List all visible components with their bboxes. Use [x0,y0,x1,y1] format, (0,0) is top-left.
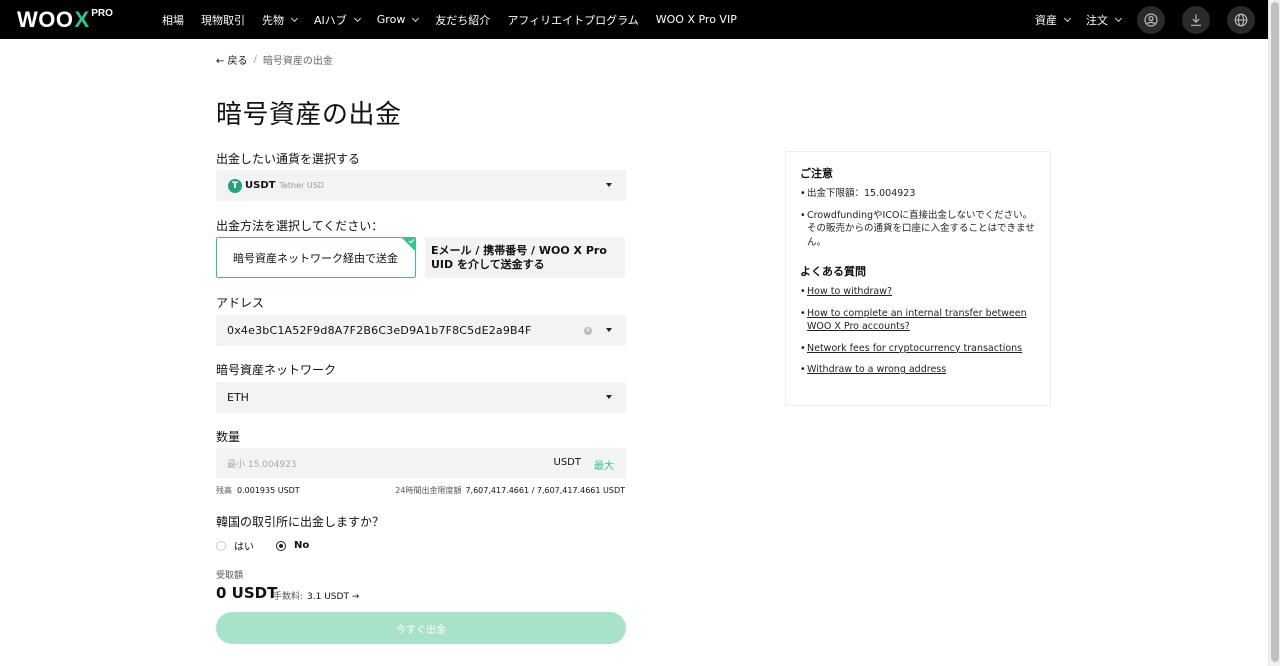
currency-select[interactable]: T USDT Tether USD [216,170,626,201]
notice-item: 出金下限額：15.004923 [800,187,1036,201]
notice-title: ご注意 [800,167,833,180]
currency-symbol: USDT [245,180,276,191]
faq-list: How to withdraw? How to complete an inte… [800,285,1036,377]
breadcrumb-separator: / [253,54,257,65]
nav-markets[interactable]: 相場 [162,12,184,28]
currency-label: 出金したい通貨を選択する [216,152,361,166]
caret-down-icon [606,395,612,399]
balance-value: 0.001935 USDT [237,486,300,495]
faq-item: How to withdraw? [800,285,1036,299]
radio-no[interactable] [276,540,286,551]
receive-amount: 0 USDT [216,584,278,602]
method-label: 出金方法を選択してください： [216,219,384,233]
withdraw-limit: 24時間出金限度額 7,607,417.4661 / 7,607,417.4661… [395,485,625,496]
method-crypto-network[interactable]: 暗号資産ネットワーク経由で送金 [216,237,416,278]
notice-item: CrowdfundingやICOに直接出金しないでください。その販売からの通貨を… [800,209,1036,250]
radio-no-label: No [294,540,310,551]
chevron-down-icon [412,14,420,22]
amount-unit: USDT [553,457,581,468]
download-icon [1191,14,1201,26]
radio-yes[interactable] [216,540,226,551]
nav-orders[interactable]: 注文 [1086,12,1123,28]
balance: 残高 0.001935 USDT [216,485,300,496]
nav-futures[interactable]: 先物 [262,12,299,28]
nav-referral[interactable]: 友だち紹介 [435,12,490,28]
logo-x: X [74,7,90,32]
balance-label: 残高 [216,486,232,495]
network-value: ETH [227,391,249,404]
currency-name: Tether USD [279,181,324,190]
faq-item: Network fees for cryptocurrency transact… [800,342,1036,356]
info-panel: ご注意 出金下限額：15.004923 CrowdfundingやICOに直接出… [785,151,1051,406]
globe-icon [1234,13,1248,26]
language-button[interactable] [1227,5,1255,34]
breadcrumb: ← 戻る / 暗号資産の出金 [216,52,333,67]
receive-label: 受取額 [216,571,244,581]
notice-list: 出金下限額：15.004923 CrowdfundingやICOに直接出金しない… [800,187,1036,249]
method-crypto-network-label: 暗号資産ネットワーク経由で送金 [233,251,398,265]
nav-affiliate[interactable]: アフィリエイトプログラム [507,12,638,28]
nav-assets[interactable]: 資産 [1035,12,1072,28]
download-button[interactable] [1182,5,1210,34]
page-scrollbar[interactable] [1268,0,1280,666]
method-internal-transfer[interactable]: Eメール / 携帯番号 / WOO X Pro UID を介して送金する [425,237,625,278]
chevron-down-icon [1063,14,1072,22]
fee-value: 3.1 USDT → [307,592,360,602]
nav-right: 資産 注文 [1035,0,1268,39]
back-link[interactable]: ← 戻る [216,52,248,67]
breadcrumb-current: 暗号資産の出金 [262,56,333,67]
main-nav: 相場 現物取引 先物 AIハブ Grow 友だち紹介 アフィリエイトプログラム … [162,0,754,39]
radio-yes-label: はい [234,542,254,553]
address-value: 0x4e3bC1A52F9d8A7F2B6C3eD9A1b7F8C5dE2a9B… [227,324,532,337]
tether-icon: T [228,178,242,193]
amount-placeholder: 最小 15.004923 [227,460,297,470]
amount-input[interactable]: 最小 15.004923 USDT 最大 [216,448,626,479]
caret-down-icon [606,328,612,332]
address-label: アドレス [216,296,265,310]
scroll-thumb[interactable] [1271,2,1279,662]
chevron-down-icon [353,14,361,22]
limit-label: 24時間出金限度額 [395,486,462,495]
korea-radio-group: はい No [216,538,331,553]
faq-link[interactable]: Withdraw to a wrong address [807,364,946,375]
faq-link[interactable]: How to withdraw? [807,286,892,297]
caret-down-icon [606,183,612,187]
amount-label: 数量 [216,430,241,444]
chevron-down-icon [1114,14,1123,22]
fee-label: 手数料: [273,592,304,602]
woo-x-pro-logo[interactable]: WOO X PRO [17,7,113,32]
faq-title: よくある質問 [800,265,866,278]
faq-item: Withdraw to a wrong address [800,363,1036,377]
network-select[interactable]: ETH [216,382,626,413]
chevron-down-icon [290,14,299,22]
address-input[interactable]: 0x4e3bC1A52F9d8A7F2B6C3eD9A1b7F8C5dE2a9B… [216,315,626,346]
faq-item: How to complete an internal transfer bet… [800,307,1036,334]
fee-info[interactable]: 手数料: 3.1 USDT → [273,589,359,602]
network-label: 暗号資産ネットワーク [216,363,337,377]
clear-icon[interactable]: ✕ [584,327,592,335]
nav-vip[interactable]: WOO X Pro VIP [656,13,737,26]
logo-text: WOO [17,7,74,32]
korea-question: 韓国の取引所に出金しますか？ [216,515,385,529]
nav-grow[interactable]: Grow [377,13,420,26]
method-internal-transfer-label: Eメール / 携帯番号 / WOO X Pro UID を介して送金する [431,243,607,271]
page-title: 暗号資産の出金 [216,100,402,130]
nav-ai-hub[interactable]: AIハブ [314,12,361,28]
nav-spot[interactable]: 現物取引 [201,12,245,28]
faq-link[interactable]: How to complete an internal transfer bet… [807,308,1027,333]
faq-link[interactable]: Network fees for cryptocurrency transact… [807,343,1022,354]
user-icon [1144,12,1158,27]
logo-pro: PRO [91,8,113,19]
top-nav: WOO X PRO 相場 現物取引 先物 AIハブ Grow 友だち紹介 アフィ… [0,0,1268,39]
limit-value: 7,607,417.4661 / 7,607,417.4661 USDT [465,486,625,495]
withdraw-now-button[interactable]: 今すぐ出金 [216,612,626,644]
max-button[interactable]: 最大 [594,457,614,472]
account-button[interactable] [1137,5,1165,34]
